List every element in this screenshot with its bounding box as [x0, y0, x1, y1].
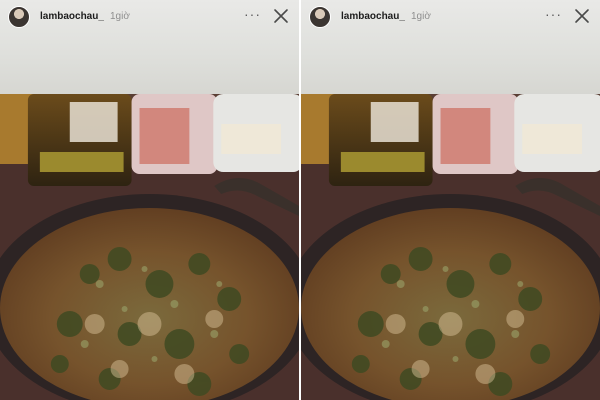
username[interactable]: lambaochau_ — [341, 11, 405, 22]
avatar[interactable] — [8, 6, 30, 28]
post-time: 1giờ — [411, 11, 431, 22]
post-time: 1giờ — [110, 11, 130, 22]
story-panel-right[interactable]: lambaochau_ 1giờ ··· — [301, 0, 600, 400]
close-button[interactable] — [574, 8, 590, 24]
avatar[interactable] — [309, 6, 331, 28]
story-viewer: lambaochau_ 1giờ ··· lambaochau_ 1giờ ··… — [0, 0, 600, 400]
more-options-button[interactable]: ··· — [545, 6, 562, 22]
username[interactable]: lambaochau_ — [40, 11, 104, 22]
close-icon — [575, 9, 589, 23]
story-header: lambaochau_ 1giờ ··· — [0, 0, 299, 34]
story-photo — [301, 94, 600, 400]
close-icon — [274, 9, 288, 23]
close-button[interactable] — [273, 8, 289, 24]
more-options-button[interactable]: ··· — [244, 6, 261, 22]
story-photo — [0, 94, 299, 400]
story-panel-left[interactable]: lambaochau_ 1giờ ··· — [0, 0, 299, 400]
story-header: lambaochau_ 1giờ ··· — [301, 0, 600, 34]
